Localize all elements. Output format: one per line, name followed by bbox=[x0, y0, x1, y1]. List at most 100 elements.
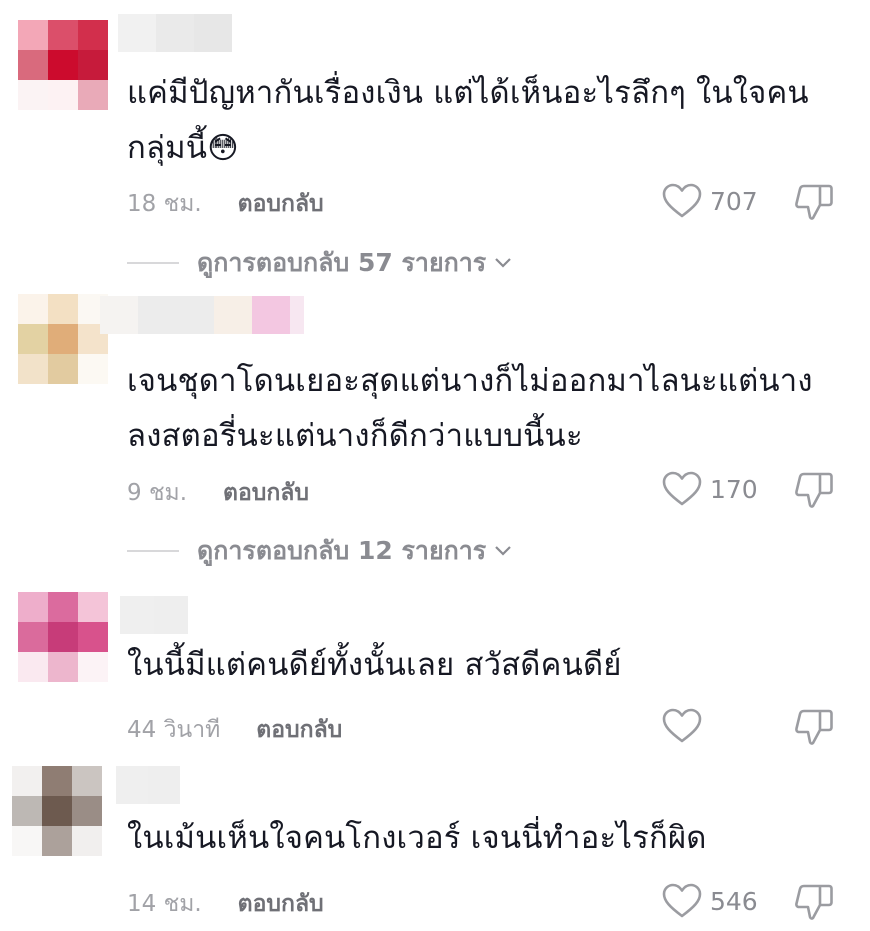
username-pixel bbox=[290, 296, 304, 334]
like-button[interactable]: 546 bbox=[662, 883, 758, 919]
avatar-pixel bbox=[18, 20, 48, 50]
comment-meta: 18 ชม. ตอบกลับ bbox=[127, 186, 324, 222]
divider bbox=[127, 262, 179, 264]
username-pixel bbox=[138, 296, 176, 334]
like-button[interactable] bbox=[662, 708, 710, 744]
avatar-pixel bbox=[18, 622, 48, 652]
flushed-face-emoji: 😳 bbox=[207, 131, 239, 166]
comment-meta: 14 ชม. ตอบกลับ bbox=[127, 886, 324, 922]
comment-text-line: ในเม้นเห็นใจคนโกงเวอร์ เจนนี่ทำอะไรก็ผิด bbox=[127, 820, 707, 856]
heart-icon bbox=[662, 471, 702, 506]
dislike-icon[interactable] bbox=[794, 706, 834, 746]
reply-button[interactable]: ตอบกลับ bbox=[238, 886, 324, 922]
comment-time: 9 ชม. bbox=[127, 480, 188, 506]
avatar-pixel bbox=[78, 652, 108, 682]
username-pixel bbox=[154, 596, 188, 634]
username-pixel bbox=[252, 296, 290, 334]
heart-icon bbox=[662, 183, 702, 218]
comment-time: 18 ชม. bbox=[127, 191, 202, 217]
chevron-down-icon bbox=[495, 258, 511, 268]
view-replies-label: ดูการตอบกลับ 12 รายการ bbox=[197, 536, 487, 565]
username-pixel bbox=[118, 14, 156, 52]
avatar-pixel bbox=[48, 354, 78, 384]
avatar-pixel bbox=[42, 766, 72, 796]
comment-text-line: กลุ่มนี้ bbox=[127, 130, 208, 166]
avatar-pixel bbox=[12, 796, 42, 826]
avatar-pixel bbox=[42, 826, 72, 856]
avatar-pixel bbox=[42, 796, 72, 826]
avatar-pixel bbox=[78, 80, 108, 110]
view-replies-button[interactable]: ดูการตอบกลับ 57 รายการ bbox=[127, 243, 512, 283]
comment-text-line: ลงสตอรี่นะแต่นางก็ดีกว่าแบบนี้นะ bbox=[127, 418, 583, 454]
dislike-icon[interactable] bbox=[794, 881, 834, 921]
avatar-pixel bbox=[78, 354, 108, 384]
avatar-pixel bbox=[18, 50, 48, 80]
like-button[interactable]: 170 bbox=[662, 471, 758, 507]
heart-icon bbox=[662, 708, 702, 743]
comment-time: 14 ชม. bbox=[127, 891, 202, 917]
username-blurred[interactable] bbox=[116, 766, 180, 804]
avatar-pixel bbox=[72, 796, 102, 826]
username-pixel bbox=[100, 296, 138, 334]
comment-text: ในนี้มีแต่คนดีย์ทั้งนั้นเลย สวัสดีคนดีย์ bbox=[127, 638, 827, 693]
username-pixel bbox=[214, 296, 252, 334]
dislike-icon[interactable] bbox=[794, 469, 834, 509]
avatar-pixel bbox=[18, 354, 48, 384]
avatar[interactable] bbox=[12, 766, 102, 856]
username-blurred[interactable] bbox=[118, 14, 232, 52]
username-pixel bbox=[120, 596, 154, 634]
avatar-pixel bbox=[72, 766, 102, 796]
avatar-pixel bbox=[12, 826, 42, 856]
like-count: 170 bbox=[710, 474, 758, 504]
avatar[interactable] bbox=[18, 592, 108, 682]
comment-text-line: แค่มีปัญหากันเรื่องเงิน แต่ได้เห็นอะไรลึ… bbox=[127, 75, 809, 111]
reply-button[interactable]: ตอบกลับ bbox=[223, 475, 309, 511]
comment-meta: 44 วินาที ตอบกลับ bbox=[127, 712, 342, 748]
username-blurred[interactable] bbox=[120, 596, 188, 634]
comment-text: แค่มีปัญหากันเรื่องเงิน แต่ได้เห็นอะไรลึ… bbox=[127, 66, 827, 176]
comment-meta: 9 ชม. ตอบกลับ bbox=[127, 475, 309, 511]
divider bbox=[127, 550, 179, 552]
avatar-pixel bbox=[78, 50, 108, 80]
like-count: 546 bbox=[710, 886, 758, 916]
comment-time: 44 วินาที bbox=[127, 717, 221, 743]
dislike-icon[interactable] bbox=[794, 181, 834, 221]
reply-button[interactable]: ตอบกลับ bbox=[238, 186, 324, 222]
reply-button[interactable]: ตอบกลับ bbox=[256, 712, 342, 748]
username-pixel bbox=[156, 14, 194, 52]
username-pixel bbox=[176, 296, 214, 334]
view-replies-button[interactable]: ดูการตอบกลับ 12 รายการ bbox=[127, 531, 512, 571]
avatar-pixel bbox=[18, 294, 48, 324]
username-pixel bbox=[116, 766, 148, 804]
avatar-pixel bbox=[78, 622, 108, 652]
avatar-pixel bbox=[48, 50, 78, 80]
avatar-pixel bbox=[72, 826, 102, 856]
avatar-pixel bbox=[48, 20, 78, 50]
avatar-pixel bbox=[48, 294, 78, 324]
avatar-pixel bbox=[48, 80, 78, 110]
avatar-pixel bbox=[48, 324, 78, 354]
avatar-pixel bbox=[78, 592, 108, 622]
avatar-pixel bbox=[18, 80, 48, 110]
like-button[interactable]: 707 bbox=[662, 183, 758, 219]
comment-text-line: ในนี้มีแต่คนดีย์ทั้งนั้นเลย สวัสดีคนดีย์ bbox=[127, 647, 622, 683]
username-blurred[interactable] bbox=[100, 296, 304, 334]
username-pixel bbox=[194, 14, 232, 52]
like-count: 707 bbox=[710, 186, 758, 216]
avatar-pixel bbox=[48, 592, 78, 622]
comment-text: ในเม้นเห็นใจคนโกงเวอร์ เจนนี่ทำอะไรก็ผิด bbox=[127, 811, 827, 866]
avatar-pixel bbox=[48, 622, 78, 652]
username-pixel bbox=[148, 766, 180, 804]
avatar[interactable] bbox=[18, 294, 108, 384]
avatar[interactable] bbox=[18, 20, 108, 110]
avatar-pixel bbox=[18, 652, 48, 682]
chevron-down-icon bbox=[495, 546, 511, 556]
heart-icon bbox=[662, 883, 702, 918]
avatar-pixel bbox=[78, 20, 108, 50]
view-replies-label: ดูการตอบกลับ 57 รายการ bbox=[197, 248, 487, 277]
comment-text: เจนชุดาโดนเยอะสุดแต่นางก็ไม่ออกมาไลนะแต่… bbox=[127, 354, 827, 464]
avatar-pixel bbox=[12, 766, 42, 796]
avatar-pixel bbox=[18, 592, 48, 622]
avatar-pixel bbox=[48, 652, 78, 682]
comment-text-line: เจนชุดาโดนเยอะสุดแต่นางก็ไม่ออกมาไลนะแต่… bbox=[127, 363, 813, 399]
